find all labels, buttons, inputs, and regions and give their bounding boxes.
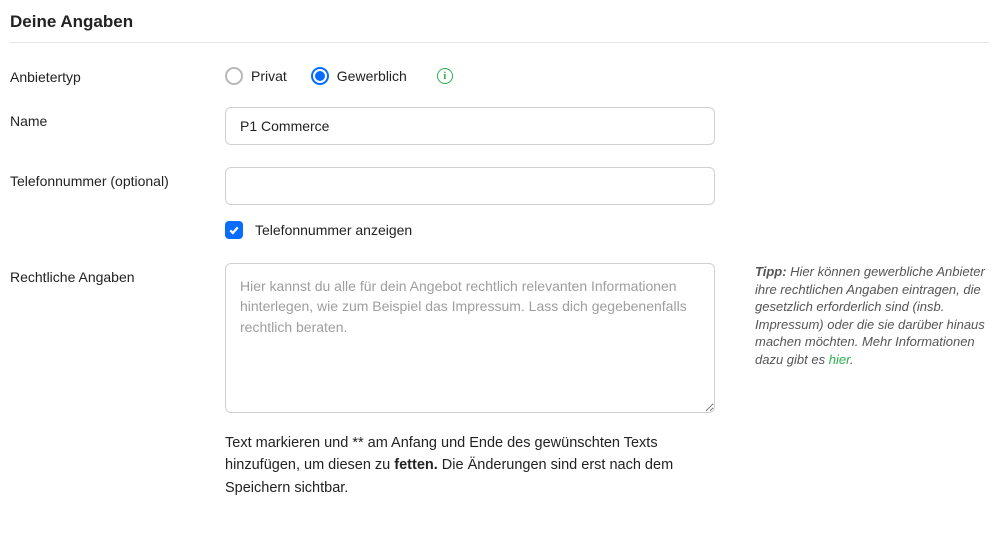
tip-label: Tipp: (755, 264, 787, 279)
legal-help-text: Text markieren und ** am Anfang und Ende… (225, 432, 715, 499)
radio-commercial[interactable] (311, 67, 329, 85)
show-phone-checkbox[interactable] (225, 221, 243, 239)
help-bold: fetten. (394, 457, 438, 473)
form-section: Deine Angaben Anbietertyp Privat Gewerbl… (0, 0, 999, 541)
radio-private[interactable] (225, 67, 243, 85)
provider-type-radio-group: Privat Gewerblich i (225, 63, 715, 85)
tip-link[interactable]: hier (829, 352, 850, 367)
phone-input[interactable] (225, 167, 715, 205)
section-title: Deine Angaben (10, 12, 989, 32)
name-input[interactable] (225, 107, 715, 145)
row-legal: Rechtliche Angaben Text markieren und **… (10, 263, 989, 499)
show-phone-label: Telefonnummer anzeigen (255, 222, 412, 238)
radio-commercial-label: Gewerblich (337, 68, 407, 84)
label-provider-type: Anbietertyp (10, 63, 225, 85)
row-phone: Telefonnummer (optional) Telefonnummer a… (10, 167, 989, 239)
radio-item-private[interactable]: Privat (225, 67, 287, 85)
label-name: Name (10, 107, 225, 129)
label-phone: Telefonnummer (optional) (10, 167, 225, 189)
radio-item-commercial[interactable]: Gewerblich (311, 67, 407, 85)
row-provider-type: Anbietertyp Privat Gewerblich i (10, 63, 989, 85)
radio-private-label: Privat (251, 68, 287, 84)
row-name: Name (10, 107, 989, 145)
label-legal: Rechtliche Angaben (10, 263, 225, 285)
info-icon[interactable]: i (437, 68, 453, 84)
tip-sidebar: Tipp: Hier können gewerbliche Anbieter i… (715, 263, 989, 368)
tip-text: Hier können gewerbliche Anbieter ihre re… (755, 264, 985, 367)
legal-textarea[interactable] (225, 263, 715, 413)
divider (10, 42, 989, 43)
tip-after: . (850, 352, 854, 367)
show-phone-row: Telefonnummer anzeigen (225, 221, 715, 239)
check-icon (228, 224, 240, 236)
